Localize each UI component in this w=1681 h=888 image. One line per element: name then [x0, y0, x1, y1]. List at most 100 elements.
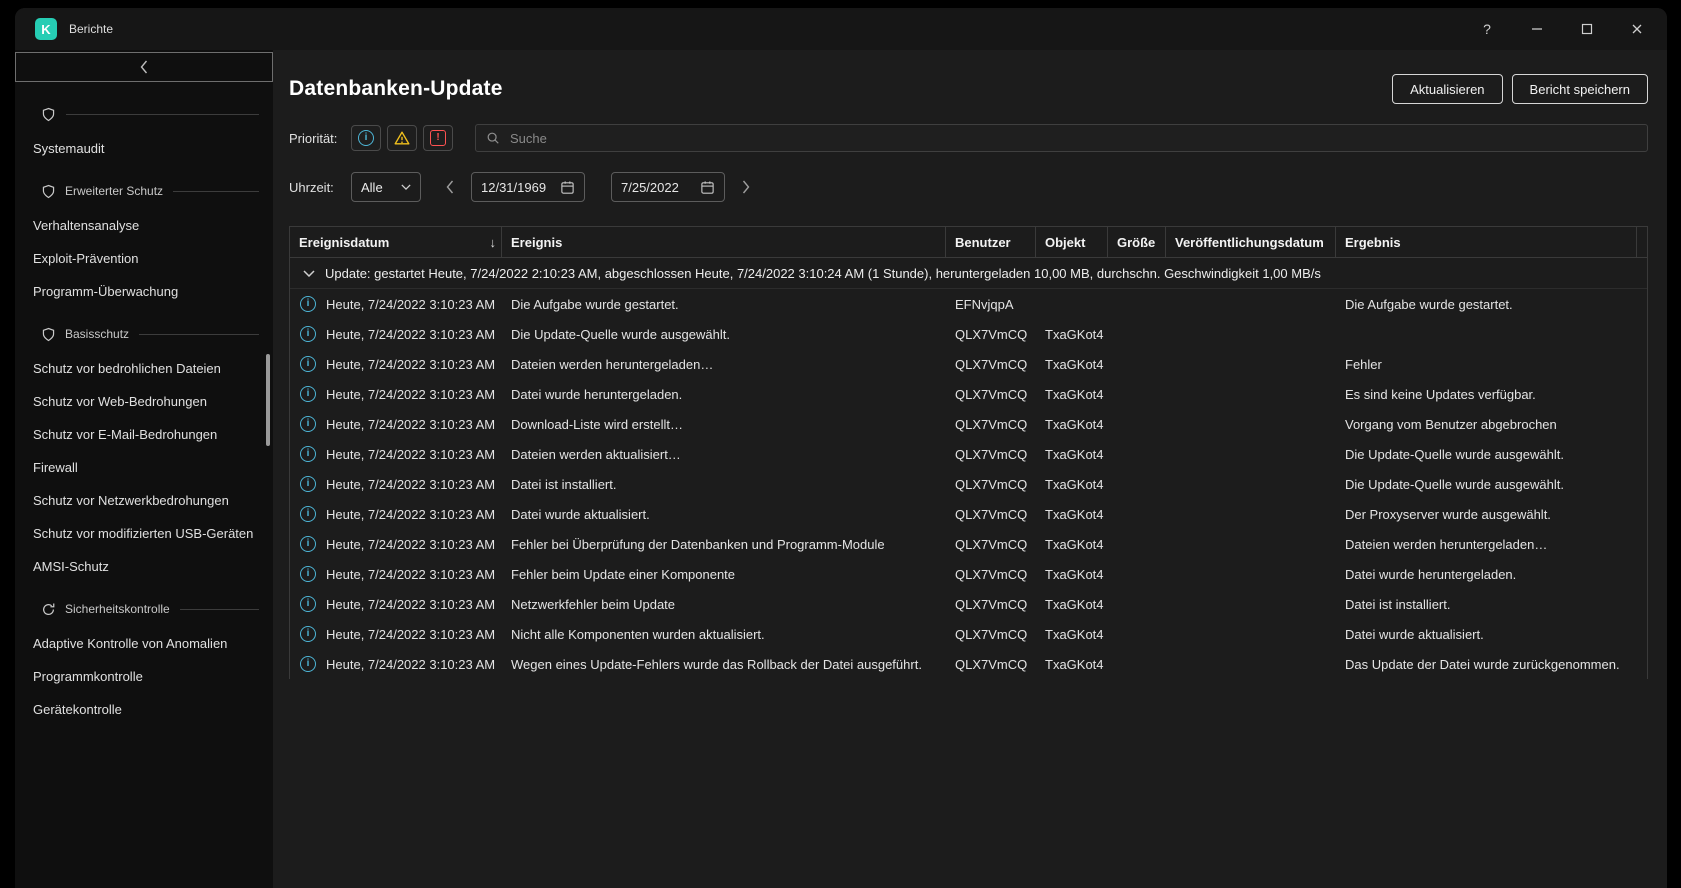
event-result: Datei wurde heruntergeladen.: [1336, 567, 1637, 582]
column-header[interactable]: Größe: [1108, 227, 1166, 257]
priority-info-button[interactable]: i: [351, 125, 381, 151]
column-header[interactable]: Benutzer: [946, 227, 1036, 257]
close-button[interactable]: [1627, 19, 1647, 39]
chevron-left-icon: [446, 180, 454, 194]
date-to-field[interactable]: 7/25/2022: [611, 172, 725, 202]
sidebar-collapse-button[interactable]: [15, 52, 273, 82]
event-object: TxaGKot4: [1036, 537, 1108, 552]
priority-critical-button[interactable]: !: [423, 125, 453, 151]
sidebar-item[interactable]: Schutz vor Netzwerkbedrohungen: [15, 484, 273, 517]
event-result: Dateien werden heruntergeladen…: [1336, 537, 1637, 552]
warning-icon: [394, 130, 410, 146]
refresh-icon: [41, 602, 56, 617]
date-from-field[interactable]: 12/31/1969: [471, 172, 585, 202]
minimize-button[interactable]: [1527, 19, 1547, 39]
column-header[interactable]: Ereignisdatum↓: [290, 227, 502, 257]
sort-desc-icon[interactable]: ↓: [484, 235, 497, 250]
table-row[interactable]: iHeute, 7/24/2022 3:10:23 AMDatei wurde …: [290, 499, 1647, 529]
event-text: Dateien werden aktualisiert…: [502, 447, 946, 462]
time-range-select[interactable]: Alle: [351, 172, 421, 202]
column-header[interactable]: Ergebnis: [1336, 227, 1637, 257]
table-row[interactable]: iHeute, 7/24/2022 3:10:23 AMDatei ist in…: [290, 469, 1647, 499]
sidebar-item[interactable]: AMSI-Schutz: [15, 550, 273, 583]
event-user: EFNvjqpA: [946, 297, 1036, 312]
table-row[interactable]: i Heute, 7/24/2022 3:10:23 AM Dateien werd…: [290, 439, 1647, 469]
sidebar-item[interactable]: Schutz vor modifizierten USB-Geräten: [15, 517, 273, 550]
save-report-button[interactable]: Bericht speichern: [1512, 74, 1648, 104]
event-user: QLX7VmCQ: [946, 597, 1036, 612]
table-row[interactable]: iHeute, 7/24/2022 3:10:23 AMDie Update-Q…: [290, 319, 1647, 349]
sidebar-scrollbar[interactable]: [266, 354, 270, 446]
event-result: Das Update der Datei wurde zurückgenomme…: [1336, 657, 1637, 672]
next-period-button[interactable]: [739, 180, 753, 194]
sidebar-item[interactable]: Programmkontrolle: [15, 660, 273, 693]
close-icon: [1631, 23, 1643, 35]
event-user: QLX7VmCQ: [946, 507, 1036, 522]
sidebar-groups: SystemauditErweiterter SchutzVerhaltensa…: [15, 88, 273, 726]
info-icon: i: [300, 446, 316, 462]
table-row[interactable]: iHeute, 7/24/2022 3:10:23 AMDateien werd…: [290, 349, 1647, 379]
table-row[interactable]: iHeute, 7/24/2022 3:10:23 AMNetzwerkfehl…: [290, 589, 1647, 619]
event-text: Dateien werden heruntergeladen…: [502, 357, 946, 372]
search-field[interactable]: [475, 124, 1648, 152]
column-header[interactable]: Ereignis: [502, 227, 946, 257]
event-date: Heute, 7/24/2022 3:10:23 AM: [326, 327, 495, 342]
event-object: TxaGKot4: [1036, 357, 1108, 372]
sidebar-item[interactable]: Systemaudit: [15, 132, 273, 165]
info-icon: i: [300, 296, 316, 312]
sidebar-item[interactable]: Schutz vor Web-Bedrohungen: [15, 385, 273, 418]
sidebar-item[interactable]: Schutz vor bedrohlichen Dateien: [15, 352, 273, 385]
column-header[interactable]: Veröffentlichungsdatum: [1166, 227, 1336, 257]
info-icon: i: [300, 416, 316, 432]
event-text: Nicht alle Komponenten wurden aktualisie…: [502, 627, 946, 642]
event-user: QLX7VmCQ: [946, 327, 1036, 342]
event-object: TxaGKot4: [1036, 417, 1108, 432]
shield-icon: [41, 107, 56, 122]
table-row[interactable]: iHeute, 7/24/2022 3:10:23 AMDownload-Lis…: [290, 409, 1647, 439]
event-object: TxaGKot4: [1036, 477, 1108, 492]
group-row[interactable]: Update: gestartet Heute, 7/24/2022 2:10:…: [290, 258, 1647, 289]
sidebar-item[interactable]: Firewall: [15, 451, 273, 484]
sidebar-item[interactable]: Exploit-Prävention: [15, 242, 273, 275]
priority-warning-button[interactable]: [387, 125, 417, 151]
table-row[interactable]: iHeute, 7/24/2022 3:10:23 AMWegen eines …: [290, 649, 1647, 679]
column-header[interactable]: Objekt: [1036, 227, 1108, 257]
section-divider-line: [139, 334, 259, 335]
search-input[interactable]: [508, 130, 1637, 147]
time-filter-row: Uhrzeit: Alle 12/31/1969 7: [289, 172, 1648, 202]
table-row[interactable]: iHeute, 7/24/2022 3:10:23 AMNicht alle K…: [290, 619, 1647, 649]
refresh-button[interactable]: Aktualisieren: [1392, 74, 1502, 104]
sidebar-item[interactable]: Gerätekontrolle: [15, 693, 273, 726]
event-user: QLX7VmCQ: [946, 477, 1036, 492]
help-button[interactable]: ?: [1477, 19, 1497, 39]
sidebar-item[interactable]: Adaptive Kontrolle von Anomalien: [15, 627, 273, 660]
table-row[interactable]: iHeute, 7/24/2022 3:10:23 AMFehler beim …: [290, 559, 1647, 589]
event-date: Heute, 7/24/2022 3:10:23 AM: [326, 447, 495, 462]
event-text: Datei wurde heruntergeladen.: [502, 387, 946, 402]
table-row[interactable]: iHeute, 7/24/2022 3:10:23 AMDatei wurde …: [290, 379, 1647, 409]
table-row[interactable]: iHeute, 7/24/2022 3:10:23 AMFehler bei Ü…: [290, 529, 1647, 559]
event-object: TxaGKot4: [1036, 567, 1108, 582]
event-date: Heute, 7/24/2022 3:10:23 AM: [326, 357, 495, 372]
maximize-button[interactable]: [1577, 19, 1597, 39]
group-row-text: Update: gestartet Heute, 7/24/2022 2:10:…: [325, 266, 1321, 281]
event-user: QLX7VmCQ: [946, 447, 1036, 462]
events-table: Ereignisdatum↓EreignisBenutzerObjektGröß…: [289, 226, 1648, 679]
info-icon: i: [300, 566, 316, 582]
table-row[interactable]: iHeute, 7/24/2022 3:10:23 AMDie Aufgabe …: [290, 289, 1647, 319]
event-user: QLX7VmCQ: [946, 357, 1036, 372]
sidebar-item[interactable]: Programm-Überwachung: [15, 275, 273, 308]
event-text: Fehler bei Überprüfung der Datenbanken u…: [502, 537, 946, 552]
chevron-down-icon: [401, 184, 411, 190]
search-icon: [486, 131, 500, 145]
section-divider-line: [180, 609, 259, 610]
window-title: Berichte: [69, 22, 113, 36]
sidebar-item[interactable]: Schutz vor E-Mail-Bedrohungen: [15, 418, 273, 451]
event-text: Fehler beim Update einer Komponente: [502, 567, 946, 582]
info-icon: i: [358, 130, 374, 146]
previous-period-button[interactable]: [443, 180, 457, 194]
event-user: QLX7VmCQ: [946, 417, 1036, 432]
event-text: Die Aufgabe wurde gestartet.: [502, 297, 946, 312]
priority-label: Priorität:: [289, 131, 351, 146]
sidebar-item[interactable]: Verhaltensanalyse: [15, 209, 273, 242]
